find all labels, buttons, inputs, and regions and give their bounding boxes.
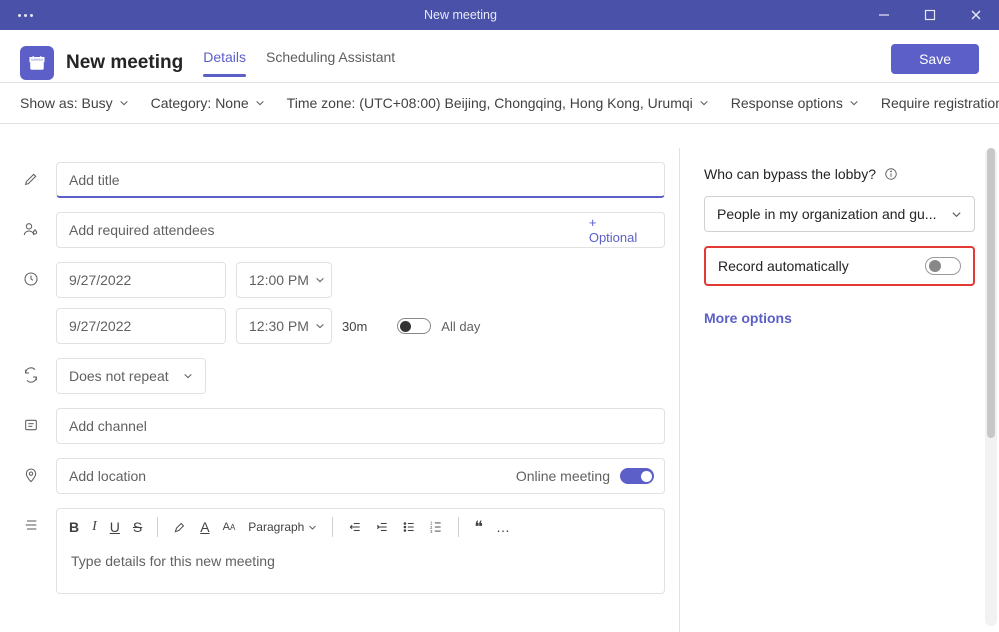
lobby-bypass-label: Who can bypass the lobby? bbox=[704, 166, 876, 182]
all-day-label: All day bbox=[441, 319, 480, 334]
duration-label: 30m bbox=[342, 319, 367, 334]
scrollbar-thumb[interactable] bbox=[987, 148, 995, 438]
italic-button[interactable]: I bbox=[92, 519, 97, 535]
end-date-input[interactable]: 9/27/2022 bbox=[56, 308, 226, 344]
attendees-input-field[interactable] bbox=[69, 222, 589, 238]
online-meeting-label: Online meeting bbox=[516, 468, 610, 484]
meeting-options-panel: Who can bypass the lobby? People in my o… bbox=[679, 148, 999, 632]
chevron-down-icon bbox=[183, 371, 193, 381]
timezone-dropdown[interactable]: Time zone: (UTC+08:00) Beijing, Chongqin… bbox=[287, 95, 709, 111]
lobby-bypass-dropdown[interactable]: People in my organization and gu... bbox=[704, 196, 975, 232]
clock-icon bbox=[20, 262, 42, 287]
info-icon[interactable] bbox=[884, 167, 898, 181]
highlight-button[interactable] bbox=[173, 520, 187, 534]
channel-icon bbox=[20, 408, 42, 433]
title-input-field[interactable] bbox=[69, 172, 652, 188]
repeat-icon bbox=[20, 358, 42, 383]
category-label: Category: None bbox=[151, 95, 249, 111]
chevron-down-icon bbox=[315, 275, 325, 285]
location-input[interactable]: Online meeting bbox=[56, 458, 665, 494]
maximize-button[interactable] bbox=[907, 0, 953, 30]
page-header: New meeting Details Scheduling Assistant… bbox=[0, 30, 999, 82]
start-date-input[interactable]: 9/27/2022 bbox=[56, 262, 226, 298]
response-options-dropdown[interactable]: Response options bbox=[731, 95, 859, 111]
page-title: New meeting bbox=[66, 52, 183, 74]
record-automatically-toggle[interactable] bbox=[925, 257, 961, 275]
more-formatting-button[interactable]: … bbox=[496, 519, 510, 535]
font-size-button[interactable]: AA bbox=[223, 521, 236, 533]
record-automatically-row (highlighted): Record automatically bbox=[704, 246, 975, 286]
vertical-scrollbar[interactable] bbox=[985, 148, 997, 626]
tab-details[interactable]: Details bbox=[203, 49, 246, 77]
end-time-input[interactable]: 12:30 PM bbox=[236, 308, 332, 344]
add-optional-link[interactable]: + Optional bbox=[589, 215, 652, 245]
underline-button[interactable]: U bbox=[110, 519, 120, 535]
strikethrough-button[interactable]: S bbox=[133, 519, 142, 535]
more-options-link[interactable]: More options bbox=[704, 310, 975, 326]
registration-label: Require registration: N bbox=[881, 95, 999, 111]
online-meeting-toggle[interactable] bbox=[620, 468, 654, 484]
chevron-down-icon bbox=[699, 98, 709, 108]
show-as-label: Show as: Busy bbox=[20, 95, 113, 111]
outdent-button[interactable] bbox=[348, 520, 362, 534]
meeting-form: + Optional 9/27/2022 12:00 PM 9/27/2022 … bbox=[0, 148, 679, 632]
meeting-options-bar: Show as: Busy Category: None Time zone: … bbox=[0, 83, 999, 124]
attendees-input[interactable]: + Optional bbox=[56, 212, 665, 248]
record-automatically-label: Record automatically bbox=[718, 258, 849, 274]
chevron-down-icon bbox=[119, 98, 129, 108]
description-textarea[interactable]: Type details for this new meeting bbox=[57, 545, 664, 577]
registration-dropdown[interactable]: Require registration: N bbox=[881, 95, 999, 111]
close-button[interactable] bbox=[953, 0, 999, 30]
timezone-label: Time zone: (UTC+08:00) Beijing, Chongqin… bbox=[287, 95, 693, 111]
title-input[interactable] bbox=[56, 162, 665, 198]
numbered-list-button[interactable]: 123 bbox=[429, 520, 443, 534]
response-options-label: Response options bbox=[731, 95, 843, 111]
tab-scheduling-assistant[interactable]: Scheduling Assistant bbox=[266, 49, 395, 77]
lobby-bypass-value: People in my organization and gu... bbox=[717, 206, 936, 222]
chevron-down-icon bbox=[315, 321, 325, 331]
pencil-icon bbox=[20, 162, 42, 187]
all-day-toggle[interactable] bbox=[397, 318, 431, 334]
chevron-down-icon bbox=[255, 98, 265, 108]
bold-button[interactable]: B bbox=[69, 519, 79, 535]
location-icon bbox=[20, 458, 42, 483]
paragraph-dropdown[interactable]: Paragraph bbox=[248, 520, 317, 534]
category-dropdown[interactable]: Category: None bbox=[151, 95, 265, 111]
start-time-input[interactable]: 12:00 PM bbox=[236, 262, 332, 298]
calendar-app-icon bbox=[20, 46, 54, 80]
people-icon bbox=[20, 212, 42, 237]
recurrence-dropdown[interactable]: Does not repeat bbox=[56, 358, 206, 394]
details-icon bbox=[20, 508, 42, 533]
titlebar: New meeting bbox=[0, 0, 999, 30]
chevron-down-icon bbox=[951, 209, 962, 220]
channel-input-field[interactable] bbox=[69, 418, 652, 434]
window-title: New meeting bbox=[60, 8, 861, 22]
save-button[interactable]: Save bbox=[891, 44, 979, 74]
indent-button[interactable] bbox=[375, 520, 389, 534]
description-editor: B I U S A AA Paragraph 123 bbox=[56, 508, 665, 594]
minimize-button[interactable] bbox=[861, 0, 907, 30]
quote-button[interactable]: ❝ bbox=[474, 517, 483, 537]
show-as-dropdown[interactable]: Show as: Busy bbox=[20, 95, 129, 111]
svg-text:3: 3 bbox=[431, 529, 434, 534]
editor-toolbar: B I U S A AA Paragraph 123 bbox=[57, 509, 664, 545]
chevron-down-icon bbox=[849, 98, 859, 108]
font-color-button[interactable]: A bbox=[200, 519, 209, 535]
channel-input[interactable] bbox=[56, 408, 665, 444]
app-menu-button[interactable] bbox=[0, 14, 60, 17]
bulleted-list-button[interactable] bbox=[402, 520, 416, 534]
